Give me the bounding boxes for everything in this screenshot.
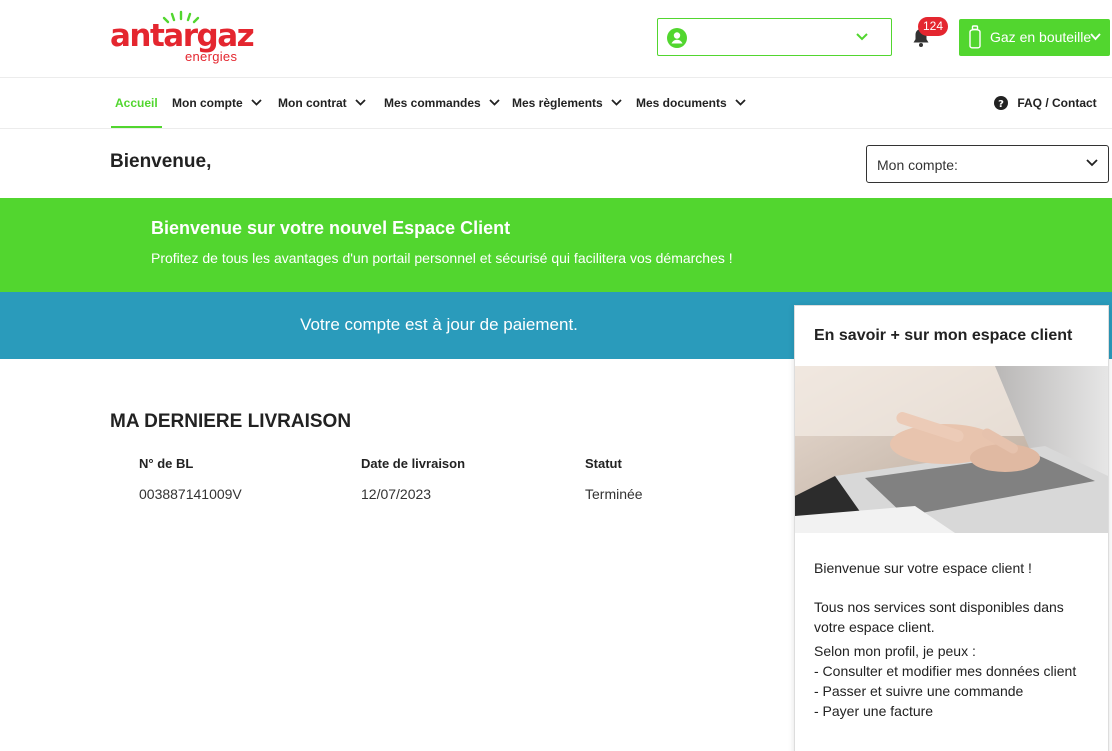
- info-card-list-item: - Passer et suivre une commande: [814, 683, 1024, 699]
- gas-bottle-button[interactable]: Gaz en bouteille: [959, 19, 1110, 56]
- top-header: antargaz energies 124 Gaz en bouteille: [0, 0, 1112, 78]
- nav-item-label: Mes documents: [636, 96, 727, 110]
- nav-item-accueil[interactable]: Accueil: [111, 79, 162, 128]
- column-header-bl-number: N° de BL: [139, 456, 194, 471]
- notification-badge[interactable]: 124: [918, 17, 949, 36]
- info-card-paragraph: Selon mon profil, je peux :: [814, 643, 976, 659]
- gas-bottle-icon: [969, 25, 981, 49]
- cell-delivery-date: 12/07/2023: [361, 486, 432, 502]
- last-delivery-title: MA DERNIERE LIVRAISON: [110, 411, 352, 432]
- nav-item-label: Mes commandes: [384, 96, 481, 110]
- cell-status: Terminée: [585, 486, 643, 502]
- chevron-down-icon: [355, 99, 366, 107]
- info-card-paragraph: Tous nos services sont disponibles dans …: [814, 599, 1064, 635]
- info-card: En savoir + sur mon espace client Bienve…: [794, 305, 1109, 751]
- info-card-paragraph: Bienvenue sur votre espace client !: [814, 560, 1032, 576]
- question-circle-icon: ?: [994, 95, 1008, 110]
- chevron-down-icon: [611, 99, 622, 107]
- faq-contact-link[interactable]: ? FAQ / Contact: [994, 79, 1097, 128]
- welcome-banner: Bienvenue sur votre nouvel Espace Client…: [0, 198, 1112, 292]
- info-card-list-item: - Consulter et modifier mes données clie…: [814, 663, 1077, 679]
- account-dropdown[interactable]: Mon compte:: [866, 145, 1109, 183]
- page-title: Bienvenue,: [110, 151, 212, 172]
- welcome-banner-subtitle: Profitez de tous les avantages d'un port…: [151, 250, 733, 266]
- column-header-delivery-date: Date de livraison: [361, 456, 466, 471]
- laptop-typing-image: [795, 366, 1108, 533]
- nav-item-label: Mon compte: [172, 96, 243, 110]
- account-dropdown-label: Mon compte:: [877, 157, 958, 173]
- antargaz-logo[interactable]: antargaz energies: [110, 10, 255, 66]
- user-circle-icon: [667, 28, 687, 48]
- logo-subtext: energies: [185, 49, 238, 64]
- info-card-list-item: - Payer une facture: [814, 703, 934, 719]
- nav-item-label: Accueil: [115, 96, 158, 110]
- account-selector[interactable]: [657, 18, 892, 56]
- nav-item-mon-contrat[interactable]: Mon contrat: [278, 79, 366, 128]
- gas-bottle-label: Gaz en bouteille: [990, 29, 1092, 45]
- chevron-down-icon: [735, 99, 746, 107]
- cell-bl-number: 003887141009V: [139, 486, 242, 502]
- nav-item-mes-documents[interactable]: Mes documents: [636, 79, 746, 128]
- info-card-title: En savoir + sur mon espace client: [814, 327, 1073, 344]
- column-header-status: Statut: [585, 456, 622, 471]
- main-navigation: Accueil Mon compte Mon contrat Mes comma…: [0, 79, 1112, 129]
- chevron-down-icon: [251, 99, 262, 107]
- nav-item-mes-commandes[interactable]: Mes commandes: [384, 79, 500, 128]
- nav-item-label: Mon contrat: [278, 96, 347, 110]
- chevron-down-icon: [489, 99, 500, 107]
- welcome-banner-title: Bienvenue sur votre nouvel Espace Client: [151, 218, 511, 238]
- paragraph-spacer: [814, 578, 1094, 597]
- nav-item-mes-reglements[interactable]: Mes règlements: [512, 79, 622, 128]
- chevron-down-icon: [856, 33, 868, 41]
- info-card-body: Bienvenue sur votre espace client ! Tous…: [814, 558, 1094, 721]
- faq-contact-label: FAQ / Contact: [1017, 96, 1097, 110]
- chevron-down-icon: [1086, 159, 1098, 167]
- svg-text:?: ?: [998, 99, 1004, 110]
- chevron-down-icon: [1090, 33, 1101, 41]
- payment-status-text: Votre compte est à jour de paiement.: [300, 315, 578, 334]
- nav-item-label: Mes règlements: [512, 96, 603, 110]
- laptop-illustration: [795, 366, 1108, 533]
- nav-item-mon-compte[interactable]: Mon compte: [172, 79, 262, 128]
